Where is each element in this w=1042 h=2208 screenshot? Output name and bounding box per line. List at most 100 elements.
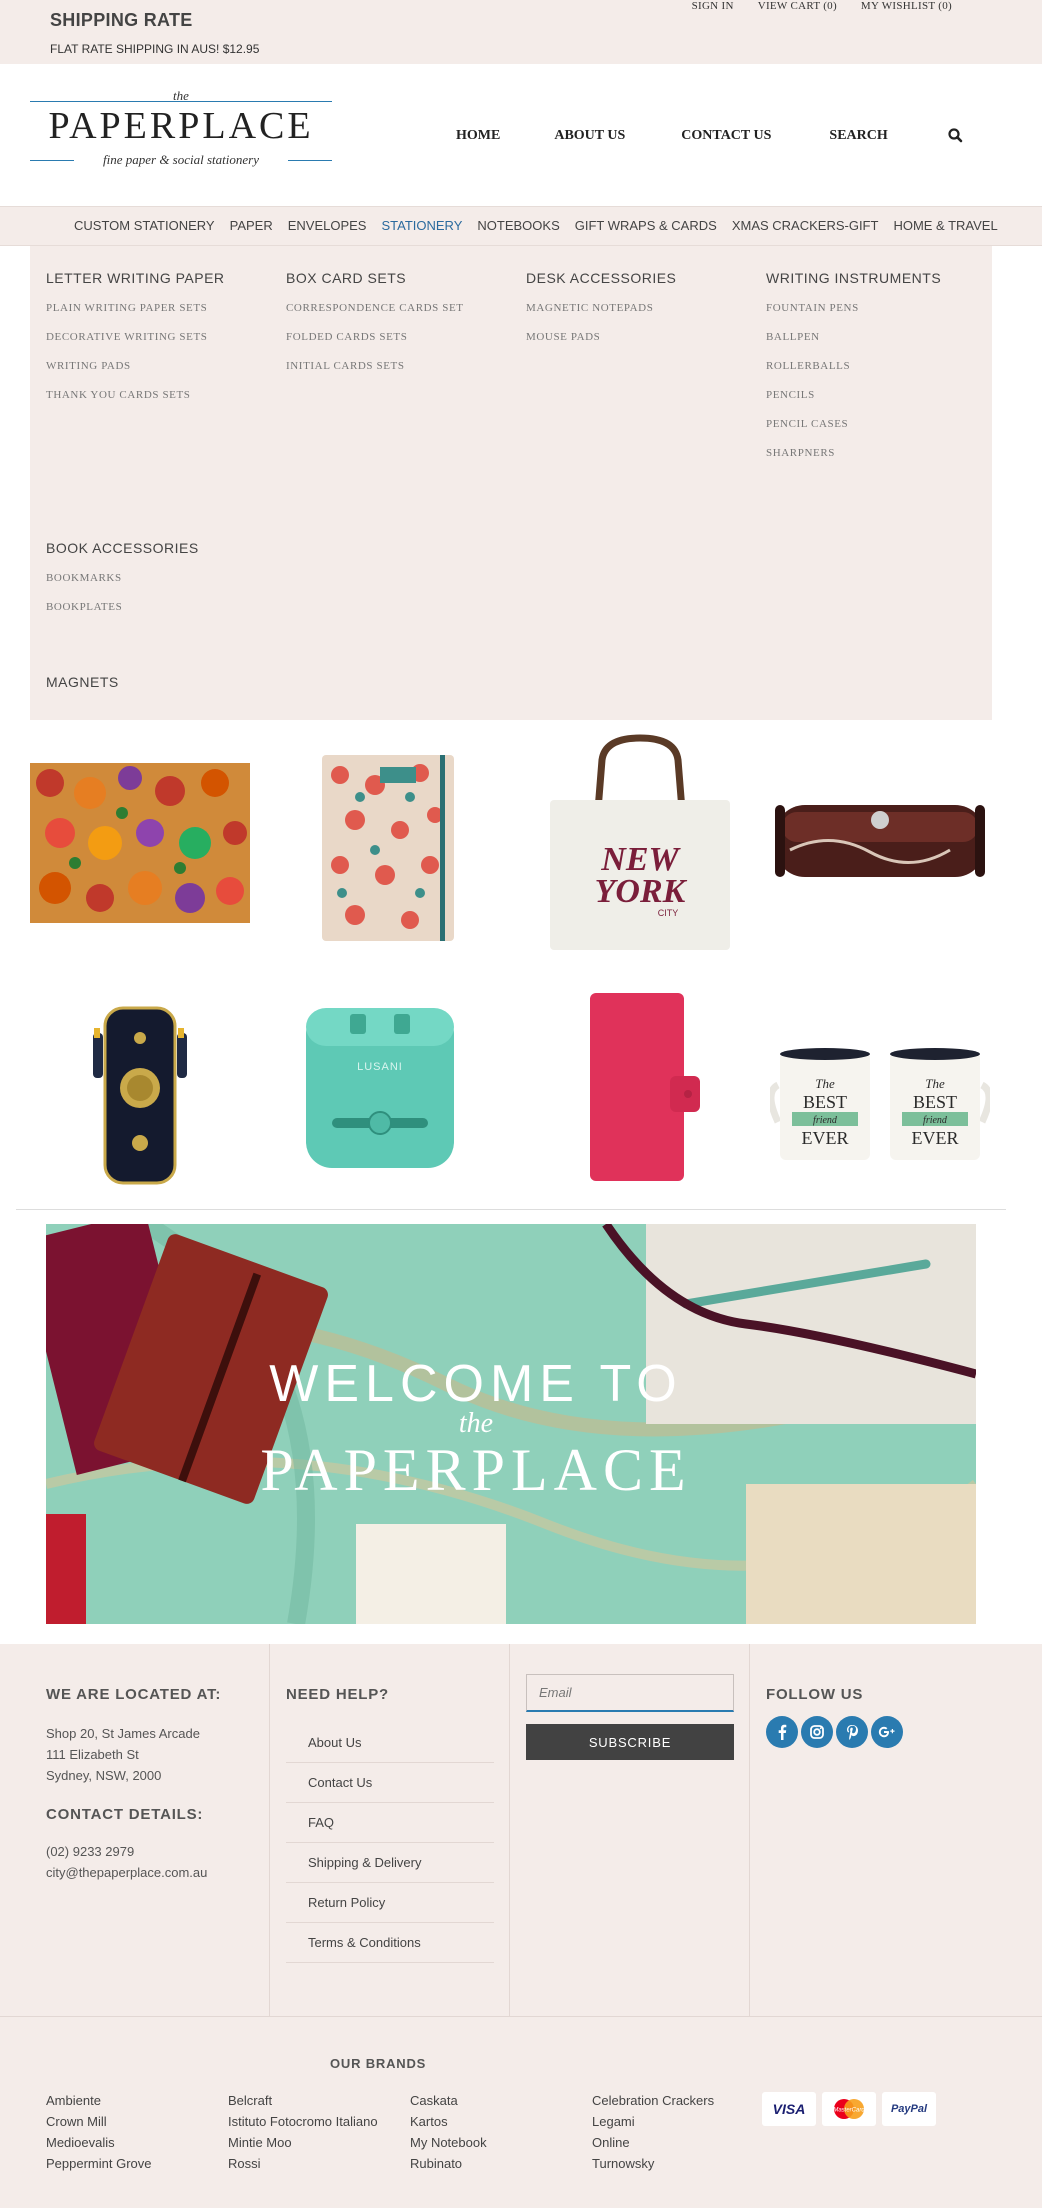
brand-link[interactable]: Medioevalis [46,2132,152,2153]
category-gift-wraps-cards[interactable]: GIFT WRAPS & CARDS [575,218,717,233]
menu-heading-writing-instruments[interactable]: WRITING INSTRUMENTS [766,270,941,286]
menu-heading-letter-writing[interactable]: LETTER WRITING PAPER [46,270,225,286]
brand-link[interactable]: My Notebook [410,2132,487,2153]
help-link-about-us[interactable]: About Us [286,1723,494,1763]
product-patterned-notebook[interactable] [270,735,490,950]
brands-heading: OUR BRANDS [330,2056,427,2071]
menu-link[interactable]: BOOKPLATES [46,601,199,613]
search-button[interactable] [946,126,966,146]
menu-link[interactable]: BOOKMARKS [46,572,199,584]
instagram-icon[interactable] [801,1716,833,1748]
mug-text-the-2: The [925,1076,945,1091]
category-notebooks[interactable]: NOTEBOOKS [477,218,559,233]
brand-link[interactable]: Ambiente [46,2090,152,2111]
brand-link[interactable]: Crown Mill [46,2111,152,2132]
fruit-paper-image [30,763,250,923]
paperplace-logo[interactable]: the PAPERPLACE fine paper & social stati… [30,88,332,178]
brand-link[interactable]: Legami [592,2111,714,2132]
category-paper[interactable]: PAPER [230,218,273,233]
nav-about-us[interactable]: ABOUT US [554,128,625,144]
product-best-friend-mugs[interactable]: The BEST friend EVER The BEST friend EVE… [770,1030,990,1180]
brand-link[interactable]: Caskata [410,2090,487,2111]
address-line: Shop 20, St James Arcade [46,1726,200,1741]
menu-link[interactable]: INITIAL CARDS SETS [286,360,464,372]
help-link-contact-us[interactable]: Contact Us [286,1763,494,1803]
menu-link[interactable]: PENCIL CASES [766,418,941,430]
brand-link[interactable]: Celebration Crackers [592,2090,714,2111]
menu-link[interactable]: MOUSE PADS [526,331,676,343]
menu-link[interactable]: FOUNTAIN PENS [766,302,941,314]
product-travel-adapter[interactable]: LUSANI [270,978,490,1193]
brand-link[interactable]: Turnowsky [592,2153,714,2174]
menu-heading-desk[interactable]: DESK ACCESSORIES [526,270,676,286]
facebook-icon[interactable] [766,1716,798,1748]
brands-separator [0,2016,1042,2017]
view-cart-link[interactable]: VIEW CART (0) [758,0,837,12]
product-leather-pen-holder[interactable] [30,978,250,1193]
help-link-terms-conditions[interactable]: Terms & Conditions [286,1923,494,1963]
brand-link[interactable]: Istituto Fotocromo Italiano [228,2111,378,2132]
category-custom-stationery[interactable]: CUSTOM STATIONERY [74,218,215,233]
email-address[interactable]: city@thepaperplace.com.au [46,1862,269,1883]
help-link-shipping-delivery[interactable]: Shipping & Delivery [286,1843,494,1883]
menu-link[interactable]: FOLDED CARDS SETS [286,331,464,343]
logo-the: the [173,88,189,103]
brand-link[interactable]: Online [592,2132,714,2153]
wishlist-link[interactable]: MY WISHLIST (0) [861,0,952,12]
help-link-return-policy[interactable]: Return Policy [286,1883,494,1923]
product-new-york-tote[interactable]: NEW YORK CITY [530,730,750,955]
help-link-faq[interactable]: FAQ [286,1803,494,1843]
nav-search[interactable]: SEARCH [829,128,887,144]
newsletter-email-input[interactable] [526,1674,734,1712]
menu-heading-box-cards[interactable]: BOX CARD SETS [286,270,464,286]
menu-link[interactable]: MAGNETIC NOTEPADS [526,302,676,314]
brands-column-4: Celebration Crackers Legami Online Turno… [592,2090,714,2174]
welcome-banner[interactable]: WELCOME TO the PAPERPLACE [46,1224,976,1624]
menu-heading-book-accessories[interactable]: BOOK ACCESSORIES [46,540,199,556]
menu-link[interactable]: PENCILS [766,389,941,401]
search-icon [948,128,963,143]
brand-link[interactable]: Mintie Moo [228,2132,378,2153]
mug-text-ever-2: EVER [912,1128,959,1148]
mug-text-best: BEST [803,1092,847,1112]
menu-link[interactable]: CORRESPONDENCE CARDS SET [286,302,464,314]
menu-link[interactable]: THANK YOU CARDS SETS [46,389,225,401]
subscribe-button[interactable]: SUBSCRIBE [526,1724,734,1760]
google-plus-icon[interactable] [871,1716,903,1748]
menu-link[interactable]: DECORATIVE WRITING SETS [46,331,225,343]
section-divider [16,1209,1006,1210]
category-envelopes[interactable]: ENVELOPES [288,218,367,233]
category-stationery[interactable]: STATIONERY [381,218,462,233]
visa-icon: VISA [762,2092,816,2126]
travel-adapter-image: LUSANI [306,1008,454,1168]
phone-number[interactable]: (02) 9233 2979 [46,1841,269,1862]
menu-column-magnets: MAGNETS [46,674,119,690]
product-fruit-wrapping-paper[interactable] [30,763,250,923]
sign-in-link[interactable]: SIGN IN [692,0,734,12]
category-xmas-crackers-gift[interactable]: XMAS CRACKERS-GIFT [732,218,879,233]
footer-location-column: WE ARE LOCATED AT: Shop 20, St James Arc… [30,1644,270,2016]
brand-link[interactable]: Rubinato [410,2153,487,2174]
product-pen-case[interactable] [770,770,990,910]
contact-block: (02) 9233 2979 city@thepaperplace.com.au [30,1841,269,1883]
menu-link[interactable]: PLAIN WRITING PAPER SETS [46,302,225,314]
follow-heading: FOLLOW US [766,1686,864,1703]
brand-link[interactable]: Kartos [410,2111,487,2132]
address-block: Shop 20, St James Arcade 111 Elizabeth S… [30,1723,269,1786]
brand-link[interactable]: Peppermint Grove [46,2153,152,2174]
menu-link[interactable]: BALLPEN [766,331,941,343]
nav-home[interactable]: HOME [456,128,500,144]
menu-link[interactable]: ROLLERBALLS [766,360,941,372]
menu-heading-magnets[interactable]: MAGNETS [46,674,119,690]
brand-link[interactable]: Belcraft [228,2090,378,2111]
category-home-travel[interactable]: HOME & TRAVEL [893,218,997,233]
pinterest-icon[interactable] [836,1716,868,1748]
nav-contact-us[interactable]: CONTACT US [681,128,771,144]
brand-link[interactable]: Rossi [228,2153,378,2174]
menu-link[interactable]: SHARPNERS [766,447,941,459]
product-red-travel-wallet[interactable] [530,978,750,1193]
address-line: Sydney, NSW, 2000 [46,1768,162,1783]
menu-link[interactable]: WRITING PADS [46,360,225,372]
shipping-bar: SHIPPING RATE FLAT RATE SHIPPING IN AUS!… [0,0,1042,64]
stationery-mega-menu: LETTER WRITING PAPER PLAIN WRITING PAPER… [30,246,992,720]
